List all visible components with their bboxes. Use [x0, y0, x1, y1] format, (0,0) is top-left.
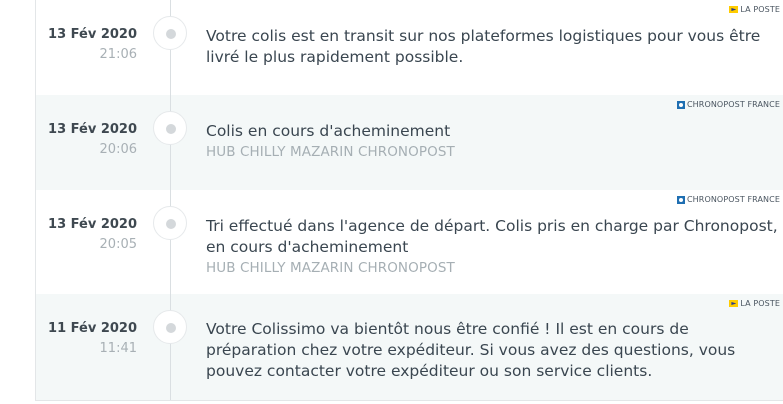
carrier-badge: CHRONOPOST FRANCE: [676, 195, 780, 204]
event-time: 20:06: [99, 142, 137, 157]
event-message: Votre Colissimo va bientôt nous être con…: [206, 320, 736, 380]
event-date: 13 Fév 2020: [48, 217, 137, 232]
carrier-badge: LA POSTE: [729, 299, 780, 308]
timeline-dot-icon: [153, 206, 187, 240]
la-poste-logo-icon: [729, 6, 739, 13]
timeline-event: CHRONOPOST FRANCE 13 Fév 2020 20:06 Coli…: [36, 95, 783, 190]
carrier-name: LA POSTE: [740, 5, 780, 14]
timeline-dot-icon: [153, 111, 187, 145]
timeline-event: CHRONOPOST FRANCE 13 Fév 2020 20:05 Tri …: [36, 190, 783, 294]
event-message: Tri effectué dans l'agence de départ. Co…: [206, 217, 778, 256]
carrier-name: LA POSTE: [740, 299, 780, 308]
carrier-name: CHRONOPOST FRANCE: [686, 100, 780, 109]
event-time: 21:06: [99, 47, 137, 62]
event-message: Colis en cours d'acheminement: [206, 122, 451, 140]
event-date: 11 Fév 2020: [48, 321, 137, 336]
event-location: HUB CHILLY MAZARIN CHRONOPOST: [206, 260, 455, 276]
event-date: 13 Fév 2020: [48, 27, 137, 42]
event-time: 20:05: [99, 237, 137, 252]
event-time: 11:41: [99, 341, 137, 356]
timeline-dot-icon: [153, 16, 187, 50]
la-poste-logo-icon: [729, 300, 739, 307]
timeline-event: LA POSTE 11 Fév 2020 11:41 Votre Colissi…: [36, 294, 783, 400]
timeline-event: LA POSTE 13 Fév 2020 21:06 Votre colis e…: [36, 0, 783, 95]
carrier-badge: LA POSTE: [729, 5, 780, 14]
tracking-timeline: LA POSTE 13 Fév 2020 21:06 Votre colis e…: [35, 0, 783, 401]
chronopost-logo-icon: [676, 195, 685, 204]
timeline-dot-icon: [153, 310, 187, 344]
event-location: HUB CHILLY MAZARIN CHRONOPOST: [206, 144, 455, 160]
event-message: Votre colis est en transit sur nos plate…: [206, 27, 761, 66]
event-date: 13 Fév 2020: [48, 122, 137, 137]
carrier-name: CHRONOPOST FRANCE: [686, 195, 780, 204]
carrier-badge: CHRONOPOST FRANCE: [676, 100, 780, 109]
chronopost-logo-icon: [676, 100, 685, 109]
